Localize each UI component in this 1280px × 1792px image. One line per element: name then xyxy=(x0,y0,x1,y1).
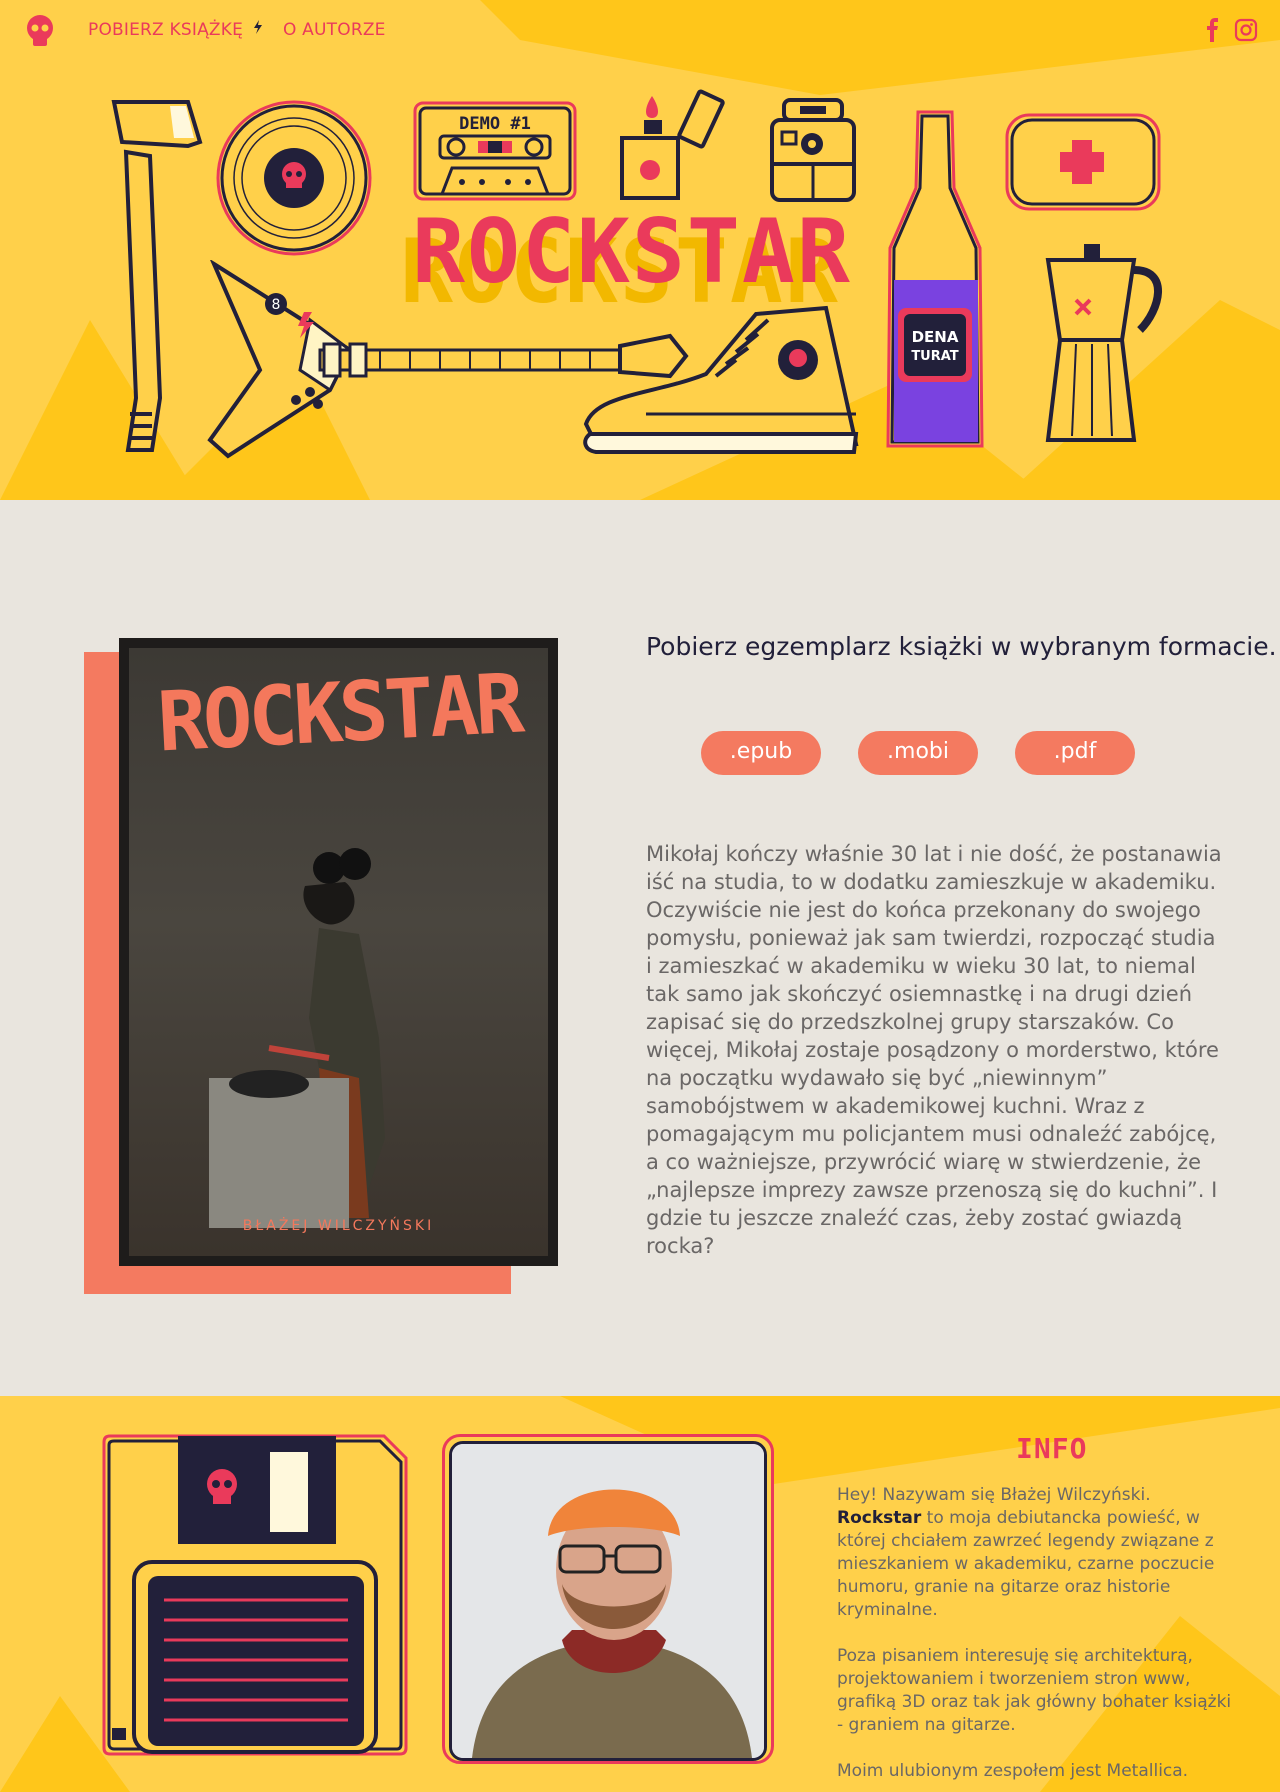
author-portrait-illustration xyxy=(452,1444,764,1758)
bottle-icon: DENA TURAT xyxy=(886,110,984,448)
instagram-icon[interactable] xyxy=(1234,18,1258,42)
bottle-label-line2: TURAT xyxy=(911,349,958,364)
first-aid-box-icon xyxy=(1005,113,1161,211)
author-photo xyxy=(449,1441,767,1761)
facebook-icon[interactable] xyxy=(1202,18,1226,42)
cover-illustration xyxy=(209,848,385,1228)
camera-icon xyxy=(770,98,856,202)
nav-download-label: POBIERZ KSIĄŻKĘ xyxy=(88,20,244,40)
book-cover[interactable]: ROCKSTAR BŁAŻEJ WILCZYŃSKI xyxy=(119,638,558,1266)
cover-author: BŁAŻEJ WILCZYŃSKI xyxy=(242,1218,435,1234)
bio-paragraph-2: Poza pisaniem interesuję się architektur… xyxy=(837,1646,1232,1735)
download-mobi-button[interactable]: .mobi xyxy=(858,731,978,775)
nav-download-link[interactable]: POBIERZ KSIĄŻKĘ xyxy=(88,20,263,40)
hero-banner: DEMO #1 ROCKSTAR ROCKSTAR 8 DENA TURAT P… xyxy=(0,0,1280,500)
axe-icon xyxy=(111,100,203,452)
book-name-highlight: Rockstar xyxy=(837,1508,922,1528)
download-pdf-button[interactable]: .pdf xyxy=(1015,731,1135,775)
cassette-icon: DEMO #1 xyxy=(413,101,577,201)
author-section: INFO Hey! Nazywam się Błażej Wilczyński.… xyxy=(0,1396,1280,1792)
nav-author-link[interactable]: O AUTORZE xyxy=(283,20,386,40)
svg-text:8: 8 xyxy=(272,297,281,313)
info-title: INFO xyxy=(1016,1432,1088,1465)
moka-pot-icon xyxy=(1045,244,1162,442)
floppy-disk-icon xyxy=(102,1434,408,1756)
lighter-icon xyxy=(620,89,725,200)
author-bio: Hey! Nazywam się Błażej Wilczyński. Rock… xyxy=(837,1484,1237,1792)
bottle-label-line1: DENA xyxy=(912,328,959,346)
lightning-icon xyxy=(253,20,262,34)
sneaker-icon xyxy=(583,305,859,454)
author-photo-frame xyxy=(442,1434,774,1764)
bio-paragraph-1: Hey! Nazywam się Błażej Wilczyński. Rock… xyxy=(837,1485,1215,1620)
download-heading: Pobierz egzemplarz książki w wybranym fo… xyxy=(646,632,1277,661)
cover-title: ROCKSTAR xyxy=(155,656,523,771)
skull-icon[interactable] xyxy=(24,14,56,48)
top-navigation: POBIERZ KSIĄŻKĘ O AUTORZE xyxy=(0,0,1280,62)
vinyl-record-icon xyxy=(216,100,372,256)
cassette-label: DEMO #1 xyxy=(459,114,531,134)
bio-paragraph-3: Moim ulubionym zespołem jest Metallica. xyxy=(837,1761,1189,1781)
download-epub-button[interactable]: .epub xyxy=(701,731,821,775)
book-synopsis: Mikołaj kończy właśnie 30 lat i nie dość… xyxy=(646,842,1222,1258)
